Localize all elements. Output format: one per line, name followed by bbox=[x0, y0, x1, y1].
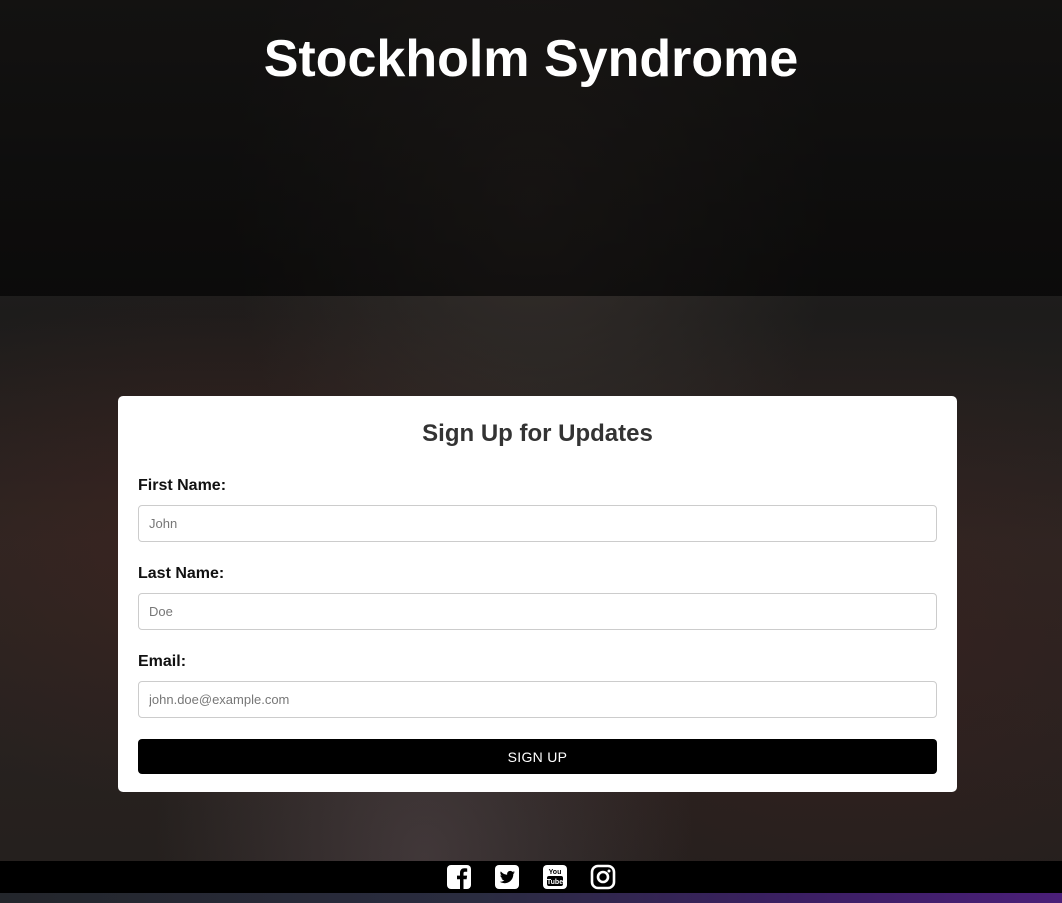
first-name-label: First Name: bbox=[138, 477, 227, 494]
svg-text:Tube: Tube bbox=[547, 879, 563, 886]
youtube-icon[interactable]: You Tube bbox=[542, 864, 568, 890]
email-input[interactable] bbox=[138, 681, 937, 718]
signup-button[interactable]: SIGN UP bbox=[138, 739, 937, 774]
bottom-strip bbox=[0, 893, 1062, 903]
facebook-icon[interactable] bbox=[446, 864, 472, 890]
twitter-icon[interactable] bbox=[494, 864, 520, 890]
page: Stockholm Syndrome Sign Up for Updates F… bbox=[0, 0, 1062, 903]
svg-text:You: You bbox=[549, 869, 562, 876]
site-title: Stockholm Syndrome bbox=[263, 30, 799, 88]
signup-form: Sign Up for Updates First Name: Last Nam… bbox=[118, 396, 957, 792]
last-name-label: Last Name: bbox=[138, 565, 225, 582]
footer-social-bar: You Tube bbox=[0, 861, 1062, 893]
email-label: Email: bbox=[138, 653, 187, 670]
first-name-input[interactable] bbox=[138, 505, 937, 542]
last-name-input[interactable] bbox=[138, 593, 937, 630]
instagram-icon[interactable] bbox=[590, 864, 616, 890]
form-title: Sign Up for Updates bbox=[422, 420, 653, 447]
